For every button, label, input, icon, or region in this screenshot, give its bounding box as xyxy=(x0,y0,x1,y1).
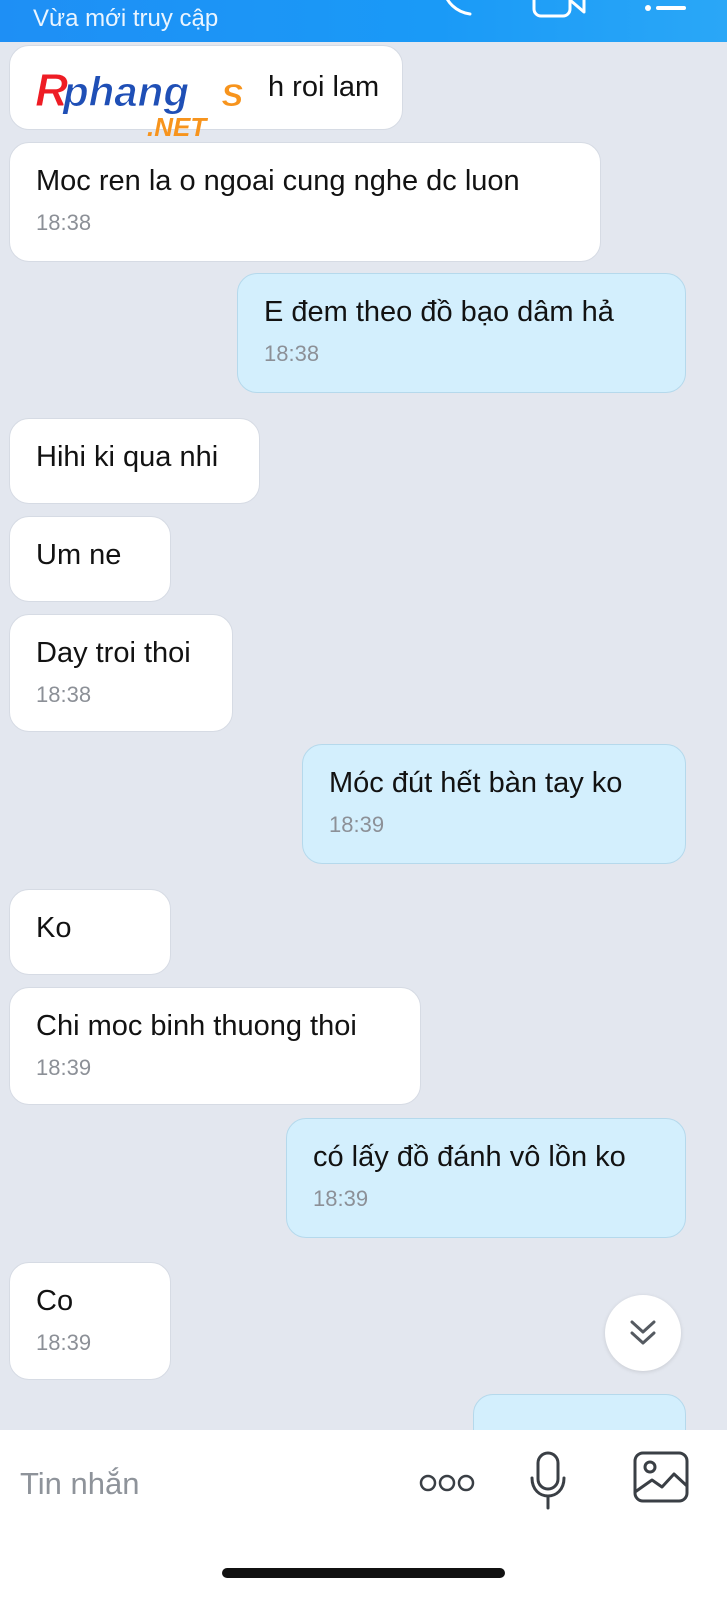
message-incoming[interactable]: h roi lam xyxy=(9,45,403,130)
message-time: 18:39 xyxy=(36,1055,92,1080)
message-input[interactable]: Tin nhắn xyxy=(20,1460,400,1508)
message-incoming[interactable]: Co 18:39 xyxy=(9,1262,171,1380)
message-outgoing[interactable]: Móc đút hết bàn tay ko 18:39 xyxy=(302,744,686,864)
message-incoming[interactable]: Day troi thoi 18:38 xyxy=(9,614,233,732)
message-time: 18:38 xyxy=(264,341,320,366)
phone-icon[interactable] xyxy=(438,0,478,18)
home-indicator xyxy=(222,1568,505,1578)
message-incoming[interactable]: Um ne xyxy=(9,516,171,602)
double-chevron-down-icon xyxy=(630,1320,656,1345)
message-time: 18:39 xyxy=(36,1330,92,1355)
message-text: Móc đút hết bàn tay ko xyxy=(329,767,623,799)
message-text: Chi moc binh thuong thoi xyxy=(36,1010,357,1042)
message-incoming[interactable]: Moc ren la o ngoai cung nghe dc luon 18:… xyxy=(9,142,601,262)
message-text: có lấy đồ đánh vô lồn ko xyxy=(313,1141,626,1173)
image-icon[interactable] xyxy=(632,1450,690,1504)
menu-icon[interactable] xyxy=(640,0,690,20)
message-text: h roi lam xyxy=(268,71,380,103)
message-text: Co xyxy=(36,1285,74,1317)
message-incoming[interactable]: Chi moc binh thuong thoi 18:39 xyxy=(9,987,421,1105)
more-icon[interactable] xyxy=(418,1468,476,1498)
message-text: Um ne xyxy=(36,539,122,571)
message-time: 18:38 xyxy=(36,210,92,235)
message-text: Day troi thoi xyxy=(36,637,191,669)
message-outgoing[interactable]: E đem theo đồ bạo dâm hả 18:38 xyxy=(237,273,686,393)
message-text: Hihi ki qua nhi xyxy=(36,441,219,473)
message-time: 18:39 xyxy=(329,812,385,837)
message-text: Moc ren la o ngoai cung nghe dc luon xyxy=(36,165,520,197)
message-outgoing[interactable]: có lấy đồ đánh vô lồn ko 18:39 xyxy=(286,1118,686,1238)
message-incoming[interactable]: Ko xyxy=(9,889,171,975)
chat-screen: Vừa mới truy cập h roi lam Moc ren la o … xyxy=(0,0,727,1600)
video-call-icon[interactable] xyxy=(530,0,590,20)
message-text: E đem theo đồ bạo dâm hả xyxy=(264,296,614,328)
microphone-icon[interactable] xyxy=(528,1450,568,1512)
chat-header: Vừa mới truy cập xyxy=(0,0,727,42)
message-time: 18:38 xyxy=(36,682,92,707)
contact-status: Vừa mới truy cập xyxy=(33,5,219,32)
scroll-to-bottom-button[interactable] xyxy=(605,1295,681,1371)
message-incoming[interactable]: Hihi ki qua nhi xyxy=(9,418,260,504)
message-time: 18:39 xyxy=(313,1186,369,1211)
message-text: Ko xyxy=(36,912,72,944)
